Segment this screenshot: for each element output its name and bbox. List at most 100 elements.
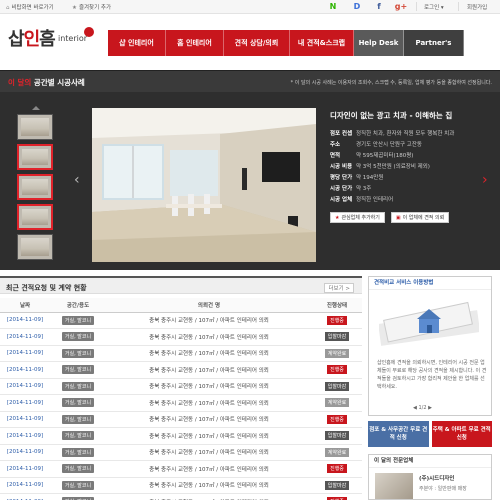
row-date: [2014-11-09] [0,427,50,445]
table-row[interactable]: [2014-11-09]거실, 발코니충북 충주시 교현동 / 107㎡ / 아… [0,477,362,494]
case-field: 시공 업체 정직한 인테리어 [330,195,490,206]
table-row[interactable]: [2014-11-09]거실, 발코니충북 충주시 교현동 / 107㎡ / 아… [0,345,362,362]
more-button[interactable]: 더보기 > [324,283,354,293]
nav-help-desk[interactable]: Help Desk [354,30,404,56]
favorite-link[interactable]: ★ 즐겨찾기 추가 [72,3,111,11]
field-key: 평당 단가 [330,175,353,181]
thumbnail-active[interactable] [17,204,53,230]
case-field: 주소 경기도 안산시 단원구 고잔동 [330,140,490,151]
field-value: 정직한 인테리어 [356,197,394,203]
bookmark-link[interactable]: ⌂ 비탑화면 바로가기 [6,3,54,11]
table-row[interactable]: [2014-11-09]거실, 발코니충북 충주시 교현동 / 107㎡ / 아… [0,444,362,461]
pager-prev-icon[interactable]: ◀ [413,405,417,411]
utility-bar: ⌂ 비탑화면 바로가기 ★ 즐겨찾기 추가 N D f g+ 로그인 ▾ 회원가입 [0,0,500,14]
type-tag: 거실, 발코니 [61,480,95,490]
table-row[interactable]: [2014-11-09]거실, 발코니충북 충주시 교현동 / 107㎡ / 아… [0,378,362,395]
thumb-up-arrow-icon[interactable] [32,106,40,110]
blueprint-house-icon [379,301,479,346]
row-name[interactable]: 충북 충주시 교현동 / 107㎡ / 아파트 인테리어 의뢰 [106,361,312,379]
row-name[interactable]: 충북 충주시 교현동 / 107㎡ / 아파트 인테리어 의뢰 [106,394,312,412]
thumbnail[interactable] [17,234,53,260]
case-main-photo[interactable] [92,108,316,262]
table-row[interactable]: [2014-11-09] 거실, 발코니 충북 충주시 교현동 / 107㎡ / 아… [0,427,362,445]
col-status: 진행상태 [312,298,362,313]
field-key: 시공 단가 [330,186,353,192]
request-estimate-button[interactable]: ▣ 이 업체에 견적 의뢰 [390,212,450,223]
estimate-table: 날짜 공간/용도 의뢰건 명 진행상태 [2014-11-09] 거실, 발코니 충… [0,298,362,500]
row-type: 거실, 발코니 [50,444,106,461]
row-name[interactable]: 충북 충주시 교현동 / 107㎡ / 아파트 인테리어 의뢰 [106,427,312,445]
logo-mark: 삽인흠 [8,29,56,50]
daum-icon[interactable]: D [350,1,364,13]
service-guide-box: 견적비교 서비스 이용방법 샵인흠에 견적을 의뢰하시면, 인테리어 시공 전문… [368,276,492,416]
row-date: [2014-11-09] [0,444,50,461]
document-icon: ▣ [395,215,401,221]
nav-estimate-consult[interactable]: 견적 상담/의뢰 [224,30,290,56]
login-link[interactable]: 로그인 ▾ [424,3,444,11]
join-link[interactable]: 회원가입 [467,3,487,11]
site-logo[interactable]: 삽인흠 interior [8,22,98,62]
add-interest-button[interactable]: ★ 관심업체 추가하기 [330,212,385,223]
table-row[interactable]: [2014-11-09]거실, 발코니충북 충주시 교현동 / 107㎡ / 아… [0,411,362,428]
thumbnail[interactable] [17,114,53,140]
naver-icon[interactable]: N [326,1,340,13]
status-badge: 입찰마감 [324,381,350,391]
row-name[interactable]: 충북 충주시 교현동 / 107㎡ / 아파트 인테리어 의뢰 [106,460,312,478]
row-date: [2014-11-09] [0,361,50,379]
type-tag: 거실, 발코니 [61,398,95,408]
table-row[interactable]: [2014-11-09]거실, 발코니충북 충주시 교현동 / 107㎡ / 아… [0,361,362,379]
facebook-icon[interactable]: f [372,1,386,13]
company-desc: 주분야 : 일반판매 매장 [419,486,467,492]
row-name[interactable]: 충북 충주시 교현동 / 107㎡ / 아파트 인테리어 의뢰 [106,378,312,395]
thumbnail-active[interactable] [17,144,53,170]
list-title: 최근 견적요청 및 계약 현황 [6,284,87,292]
shop-office-estimate-button[interactable]: 점포 & 사무공간 무료 견적 신청 [368,421,429,447]
field-value: 정직한 치과, 환자와 직원 모두 행복한 치과 [356,131,455,137]
table-row[interactable]: [2014-11-09]거실, 발코니충북 충주시 교현동 / 107㎡ / 아… [0,394,362,412]
case-field: 시공 비용 약 3억 5천만원 (의료장비 제외) [330,162,490,173]
thumbnail-active[interactable] [17,174,53,200]
pager-next-icon[interactable]: ▶ [428,405,432,411]
nav-shop-interior[interactable]: 샵 인테리어 [108,30,166,56]
row-date: [2014-11-09] [0,493,50,500]
field-value: 약 194만원 [356,175,384,181]
star-icon: ★ [72,5,77,11]
field-value: 약 3억 5천만원 (의료장비 제외) [356,164,430,170]
status-badge: 입찰마감 [324,480,350,490]
table-row[interactable]: [2014-11-09]거실, 발코니충북 충주시 교현동 / 107㎡ / 아… [0,312,362,329]
prev-arrow-icon[interactable]: ‹ [74,172,80,188]
row-status: 진행중 [312,411,362,428]
row-type: 거실, 발코니 [50,394,106,412]
googleplus-icon[interactable]: g+ [394,1,408,13]
table-row[interactable]: [2014-11-09]거실, 발코니충북 충주시 교현동 / 107㎡ / 아… [0,493,362,500]
status-badge: 진행중 [327,315,347,325]
row-name[interactable]: 충북 충주시 교현동 / 107㎡ / 아파트 인테리어 의뢰 [106,328,312,346]
row-name[interactable]: 충북 충주시 교현동 / 107㎡ / 아파트 인테리어 의뢰 [106,477,312,494]
row-name[interactable]: 충북 충주시 교현동 / 107㎡ / 아파트 인테리어 의뢰 [106,444,312,461]
row-type: 거실, 발코니 [50,345,106,362]
row-name[interactable]: 충북 충주시 교현동 / 107㎡ / 아파트 인테리어 의뢰 [106,493,312,500]
home-apartment-estimate-button[interactable]: 주택 & 아파트 무료 견적 신청 [431,421,492,447]
logo-sub: interior [58,34,88,43]
field-key: 점포 컨셉 [330,131,353,137]
company-name[interactable]: (주)시드디자인 [419,474,454,482]
field-key: 주소 [330,142,341,148]
main-nav: 샵 인테리어 홈 인테리어 견적 상담/의뢰 내 견적&스크랩 Help Des… [108,30,464,73]
row-type: 거실, 발코니 [50,328,106,346]
featured-company-box: 이 달의 전문업체 (주)시드디자인 주분야 : 일반판매 매장 [368,454,492,500]
nav-home-interior[interactable]: 홈 인테리어 [166,30,224,56]
row-name[interactable]: 충북 충주시 교현동 / 107㎡ / 아파트 인테리어 의뢰 [106,345,312,362]
table-row[interactable]: [2014-11-09]거실, 발코니충북 충주시 교현동 / 107㎡ / 아… [0,328,362,346]
row-status: 진행중 [312,493,362,500]
company-photo[interactable] [375,473,413,499]
status-badge: 계약완료 [324,348,350,358]
type-tag: 거실, 발코니 [61,431,95,441]
nav-my-estimate[interactable]: 내 견적&스크랩 [290,30,354,56]
type-tag: 거실, 발코니 [61,332,95,342]
table-row[interactable]: [2014-11-09]거실, 발코니충북 충주시 교현동 / 107㎡ / 아… [0,460,362,478]
nav-partners-room[interactable]: Partner's Room [404,30,464,73]
row-name[interactable]: 충북 충주시 교현동 / 107㎡ / 아파트 인테리어 의뢰 [106,411,312,428]
row-status: 입찰마감 [312,477,362,494]
row-status: 계약완료 [312,394,362,412]
row-name[interactable]: 충북 충주시 교현동 / 107㎡ / 아파트 인테리어 의뢰 [106,312,312,329]
